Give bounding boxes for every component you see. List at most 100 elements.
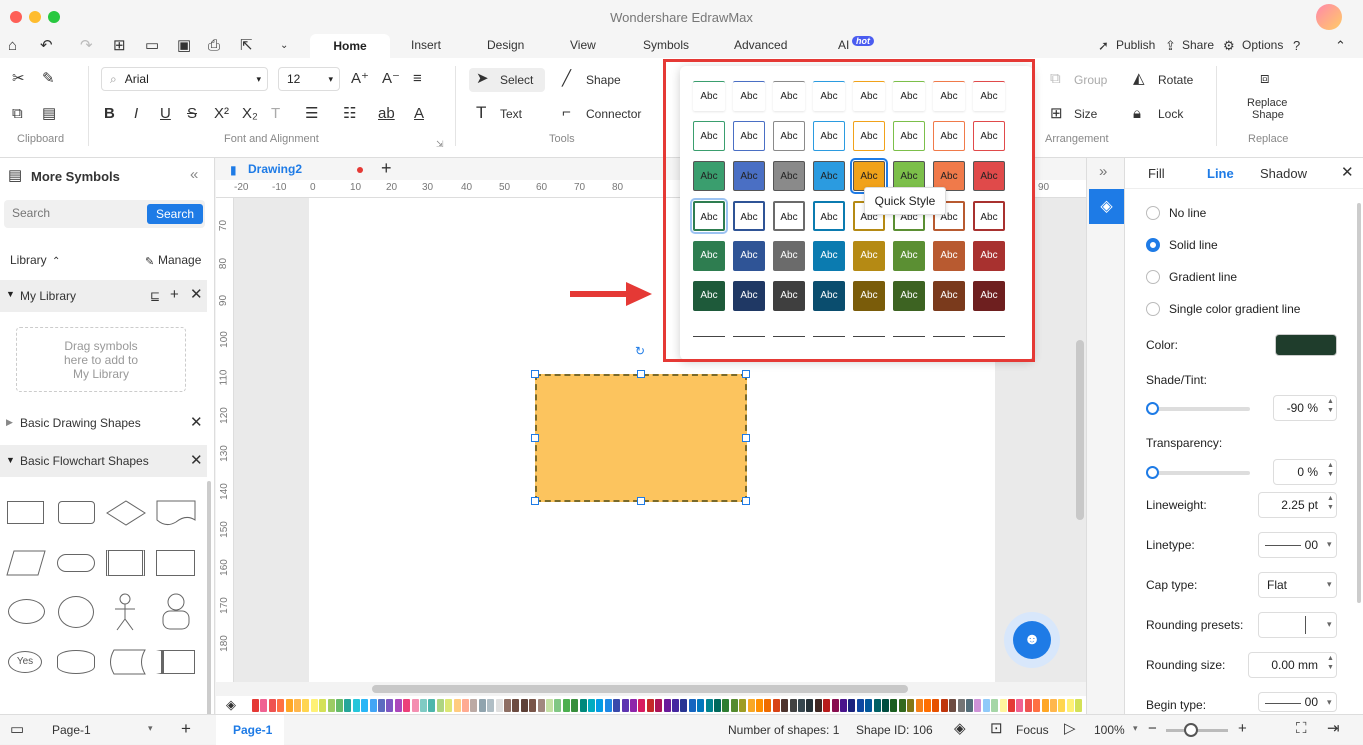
- italic-icon[interactable]: I: [134, 106, 138, 122]
- color-swatch[interactable]: [940, 699, 948, 712]
- transparency-slider[interactable]: [1147, 471, 1250, 475]
- color-swatch[interactable]: [285, 699, 293, 712]
- close-icon[interactable]: ✕: [190, 415, 203, 431]
- rounding-size-input[interactable]: 0.00 mm: [1248, 652, 1337, 678]
- color-swatch[interactable]: [613, 699, 621, 712]
- resize-handle[interactable]: [742, 370, 750, 378]
- page-layout-icon[interactable]: ▭: [10, 722, 24, 738]
- copy-icon[interactable]: ⧉: [12, 106, 23, 122]
- tab-design[interactable]: Design: [487, 38, 524, 52]
- new-page-icon[interactable]: ⊞: [113, 38, 126, 54]
- zoom-out-icon[interactable]: −: [1148, 721, 1157, 737]
- close-icon[interactable]: ✕: [1341, 165, 1354, 181]
- color-swatch[interactable]: [831, 699, 839, 712]
- color-swatch[interactable]: [840, 699, 847, 712]
- process-shape[interactable]: [7, 501, 44, 524]
- line-icon[interactable]: ╱: [562, 71, 571, 87]
- color-swatch[interactable]: [764, 699, 772, 712]
- section-basic-drawing[interactable]: ▶ Basic Drawing Shapes ✕: [0, 408, 207, 438]
- connector-icon[interactable]: ⌐: [562, 105, 571, 121]
- resize-handle[interactable]: [637, 497, 645, 505]
- color-swatch[interactable]: [924, 699, 931, 712]
- search-field[interactable]: Search: [4, 200, 205, 228]
- terminator-shape[interactable]: [57, 554, 95, 572]
- color-swatch[interactable]: [638, 699, 646, 712]
- color-swatch[interactable]: [663, 699, 671, 712]
- color-swatch[interactable]: [268, 699, 276, 712]
- color-swatch[interactable]: [873, 699, 881, 712]
- lineweight-input[interactable]: 2.25 pt: [1258, 492, 1337, 518]
- size-icon[interactable]: ⊞: [1050, 106, 1063, 122]
- add-icon[interactable]: +: [170, 287, 179, 303]
- play-icon[interactable]: ▷: [1064, 721, 1076, 737]
- tab-line[interactable]: Line: [1207, 166, 1234, 181]
- color-swatch[interactable]: [470, 699, 478, 712]
- fill-bucket-icon[interactable]: ◈: [226, 697, 236, 713]
- color-swatch[interactable]: [378, 699, 385, 712]
- color-swatch[interactable]: [1066, 699, 1074, 712]
- panel-title[interactable]: More Symbols: [31, 169, 120, 184]
- group-button[interactable]: Group: [1074, 73, 1107, 87]
- color-swatch[interactable]: [394, 699, 402, 712]
- align-icon[interactable]: ≡: [413, 71, 422, 87]
- color-swatch[interactable]: [369, 699, 377, 712]
- zoom-level[interactable]: 100%: [1094, 723, 1125, 737]
- color-swatch[interactable]: [428, 699, 436, 712]
- redo-icon[interactable]: ↷: [80, 38, 93, 54]
- tab-ai[interactable]: AI: [838, 38, 849, 52]
- color-swatch[interactable]: [890, 699, 898, 712]
- color-swatch[interactable]: [680, 699, 688, 712]
- color-swatch[interactable]: [823, 699, 831, 712]
- cap-type-select[interactable]: Flat: [1258, 572, 1337, 598]
- underline-icon[interactable]: U: [160, 106, 171, 122]
- color-swatch[interactable]: [260, 699, 268, 712]
- manage-button[interactable]: Manage: [158, 253, 201, 267]
- more-icon[interactable]: ⌄: [280, 38, 288, 54]
- export-icon[interactable]: ⇱: [240, 38, 253, 54]
- color-swatch[interactable]: [445, 699, 453, 712]
- section-basic-flowchart[interactable]: ▼ Basic Flowchart Shapes ✕: [0, 445, 207, 477]
- color-swatch[interactable]: [949, 699, 957, 712]
- user-shape[interactable]: [160, 593, 192, 631]
- color-swatch[interactable]: [520, 699, 528, 712]
- focus-icon[interactable]: ⊡: [990, 721, 1003, 737]
- color-swatch[interactable]: [907, 699, 915, 712]
- resize-handle[interactable]: [531, 370, 539, 378]
- gear-icon[interactable]: ⚙: [1223, 38, 1235, 54]
- color-swatch[interactable]: [999, 699, 1007, 712]
- tab-view[interactable]: View: [570, 38, 596, 52]
- no-line-label[interactable]: No line: [1169, 206, 1206, 220]
- color-swatch[interactable]: [420, 699, 427, 712]
- color-swatch[interactable]: [604, 699, 612, 712]
- help-icon[interactable]: ?: [1293, 38, 1300, 54]
- zoom-in-icon[interactable]: +: [1238, 721, 1247, 737]
- color-swatch[interactable]: [453, 699, 461, 712]
- color-swatch[interactable]: [957, 699, 965, 712]
- collapse-panel-icon[interactable]: «: [190, 167, 198, 183]
- collapse-ribbon-icon[interactable]: ⌃: [1335, 38, 1346, 54]
- color-swatch[interactable]: [478, 699, 486, 712]
- resize-handle[interactable]: [531, 434, 539, 442]
- yes-shape[interactable]: Yes: [8, 651, 42, 673]
- transparency-slider-thumb[interactable]: [1146, 466, 1159, 479]
- color-swatch[interactable]: [915, 699, 923, 712]
- color-swatch[interactable]: [436, 699, 444, 712]
- stepper-icon[interactable]: ▲ ▼: [1327, 654, 1334, 672]
- color-swatch[interactable]: [806, 699, 814, 712]
- color-swatch[interactable]: [596, 699, 604, 712]
- stepper-icon[interactable]: ▲ ▼: [1327, 397, 1334, 415]
- focus-button[interactable]: Focus: [1016, 723, 1049, 737]
- color-swatch[interactable]: [974, 699, 982, 712]
- color-swatch[interactable]: [882, 699, 889, 712]
- color-swatch[interactable]: [403, 699, 411, 712]
- color-swatch[interactable]: [714, 699, 721, 712]
- solid-line-label[interactable]: Solid line: [1169, 238, 1218, 252]
- chevron-up-icon[interactable]: ⌃: [52, 254, 60, 270]
- line-spacing-icon[interactable]: ☰: [305, 106, 318, 122]
- close-icon[interactable]: ✕: [190, 287, 203, 303]
- color-swatch[interactable]: [411, 699, 419, 712]
- resize-handle[interactable]: [742, 497, 750, 505]
- color-swatch[interactable]: [1033, 699, 1041, 712]
- color-swatch[interactable]: [991, 699, 999, 712]
- stepper-icon[interactable]: ▲ ▼: [1327, 461, 1334, 479]
